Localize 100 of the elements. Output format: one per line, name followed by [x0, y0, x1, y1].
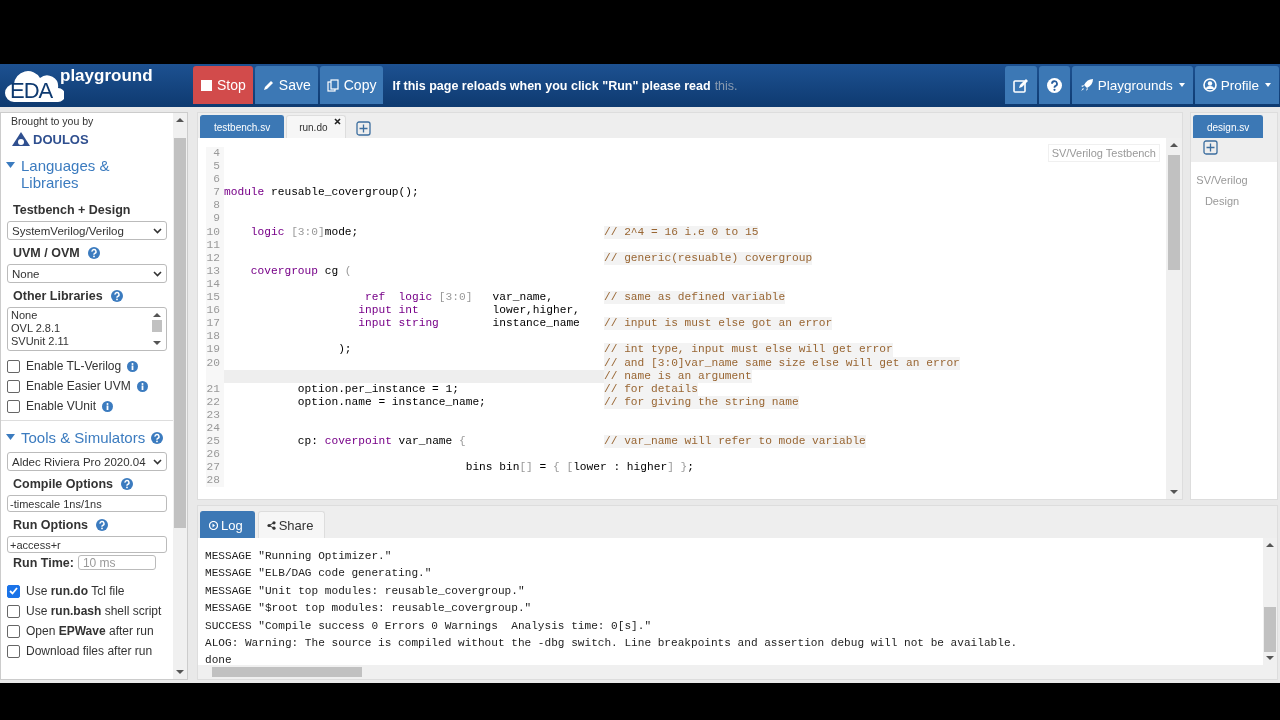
line-number: 26	[206, 448, 224, 462]
copy-icon	[326, 78, 340, 92]
line-number: 28	[206, 474, 224, 488]
user-icon	[1202, 78, 1217, 92]
code-comment: // same as defined variable	[604, 291, 786, 305]
code-text: covergroup cg (	[249, 264, 353, 278]
list-option[interactable]: SVUnit 2.11	[11, 335, 148, 348]
checkbox[interactable]	[7, 399, 20, 413]
checkbox-label: Open EPWave after run	[26, 624, 154, 638]
scrollbar[interactable]	[1166, 138, 1182, 499]
line-number: 6	[206, 173, 224, 187]
log-line: ALOG: Warning: The source is compiled without the -dbg switch. Line breakpoints and assertion debug will not be available.	[205, 636, 1019, 652]
option-label: Testbench + Design	[13, 203, 131, 217]
option-label: UVM / OVM	[13, 246, 80, 260]
code-text: bins bin[] = { [lower : higher] };	[464, 461, 696, 475]
checkbox-label: Use run.bash shell script	[26, 604, 162, 618]
log-line: MESSAGE "$root top modules: reusable_covergroup."	[205, 601, 533, 617]
code-text: option.name = instance_name;	[296, 395, 487, 409]
checkbox[interactable]	[7, 644, 20, 658]
help-icon	[1046, 77, 1062, 93]
log-line: MESSAGE "ELB/DAG code generating."	[205, 566, 433, 582]
checkbox[interactable]	[7, 379, 20, 393]
logo-text: EDA	[10, 78, 53, 104]
scrollbar[interactable]	[198, 665, 1277, 679]
option-label: Run Options	[13, 518, 88, 532]
code-text: input int lower,higher,	[357, 304, 581, 318]
stop-icon	[200, 78, 213, 92]
line-number: 7	[206, 186, 224, 200]
dropdown[interactable]: None	[7, 264, 167, 283]
menu-button[interactable]: Playgrounds	[1071, 66, 1193, 104]
line-number: 9	[206, 212, 224, 226]
line-number: 15	[206, 291, 224, 305]
code-text: );	[337, 343, 353, 357]
line-number: 8	[206, 199, 224, 213]
code-text: cp: coverpoint var_name {	[296, 435, 467, 449]
log-line: SUCCESS "Compile success 0 Errors 0 Warnings Analysis time: 0[s]."	[205, 618, 653, 634]
line-number: 4	[206, 147, 224, 161]
line-number: 18	[206, 330, 224, 344]
text-field[interactable]: -timescale 1ns/1ns	[7, 495, 167, 512]
copy-button[interactable]: Copy	[319, 66, 384, 104]
brand-name: DOULOS	[33, 131, 89, 147]
log-line: MESSAGE "Running Optimizer."	[205, 549, 393, 564]
option-label: Compile Options	[13, 477, 113, 491]
code-text: module reusable_covergroup();	[224, 186, 420, 200]
dropdown[interactable]: SystemVerilog/Verilog	[7, 221, 167, 240]
code-comment: // var_name will refer to mode variable	[604, 435, 866, 449]
list-box[interactable]: None OVL 2.8.1 SVUnit 2.11	[7, 307, 167, 351]
text-field[interactable]: 10 ms	[77, 555, 156, 570]
stop-button[interactable]: Stop	[193, 66, 253, 104]
log-tab[interactable]: Share	[257, 511, 326, 538]
code-comment: // 2^4 = 16 i.e 0 to 15	[604, 225, 759, 239]
help-button[interactable]	[1038, 66, 1070, 104]
edit-button[interactable]	[1004, 66, 1037, 104]
file-tab[interactable]: testbench.sv	[200, 115, 285, 138]
code-comment: // input is must else got an error	[604, 317, 833, 331]
code-text: option.per_instance = 1;	[296, 382, 460, 396]
code-text: ref logic [3:0] var_name,	[364, 291, 554, 305]
list-option[interactable]: OVL 2.8.1	[11, 322, 148, 335]
save-button[interactable]: Save	[254, 66, 318, 104]
checkbox[interactable]	[7, 359, 20, 373]
logo-text: playground	[60, 66, 153, 86]
scrollbar[interactable]	[173, 113, 187, 679]
checkbox[interactable]	[7, 604, 20, 618]
code-comment: // generic(resuable) covergroup	[604, 251, 813, 265]
add-icon	[355, 121, 371, 136]
menu-button[interactable]: Profile	[1194, 66, 1279, 104]
credit-text: Brought to you by	[11, 115, 95, 127]
rocket-icon	[1079, 78, 1094, 92]
checkbox-label: Enable TL-Verilog	[26, 359, 122, 373]
list-option[interactable]: None	[11, 309, 148, 322]
pencil-icon	[261, 78, 275, 92]
checkbox-label: Enable Easier UVM	[26, 379, 131, 393]
log-line: done	[205, 653, 233, 665]
caret-icon	[1178, 83, 1185, 87]
chevron-icon	[153, 458, 162, 465]
logo-icon	[11, 131, 31, 147]
section-heading[interactable]: Languages & Libraries	[21, 157, 167, 191]
share-icon	[266, 520, 276, 530]
section-heading[interactable]: Tools & Simulators	[21, 429, 146, 446]
text-field[interactable]: +access+r	[7, 536, 167, 553]
code-comment: // int type, input must else will get error	[604, 343, 893, 357]
notice-text: If this page reloads when you click "Run" please read	[392, 78, 711, 93]
field-label: Run Time:	[13, 555, 74, 570]
line-number: 17	[206, 317, 224, 331]
chevron-icon	[153, 270, 162, 277]
file-tab[interactable]: run.do	[286, 115, 346, 138]
code-text: logic [3:0]mode;	[249, 225, 360, 239]
caret-icon	[1265, 83, 1271, 87]
code-text: input string instance_name	[357, 317, 581, 331]
dropdown[interactable]: Aldec Riviera Pro 2020.04	[7, 452, 167, 471]
file-tab[interactable]: design.sv	[1193, 115, 1264, 138]
chevron-icon	[153, 227, 162, 234]
checkbox[interactable]	[7, 624, 20, 638]
mode-label: SV/Verilog Testbench	[1047, 144, 1160, 162]
mode-label: SV/Verilog Design	[1195, 173, 1249, 209]
play-icon	[209, 520, 218, 530]
log-tab[interactable]: Log	[200, 511, 255, 538]
option-label: Other Libraries	[13, 289, 103, 303]
checkbox[interactable]	[7, 584, 20, 598]
line-number: 5	[206, 160, 224, 174]
